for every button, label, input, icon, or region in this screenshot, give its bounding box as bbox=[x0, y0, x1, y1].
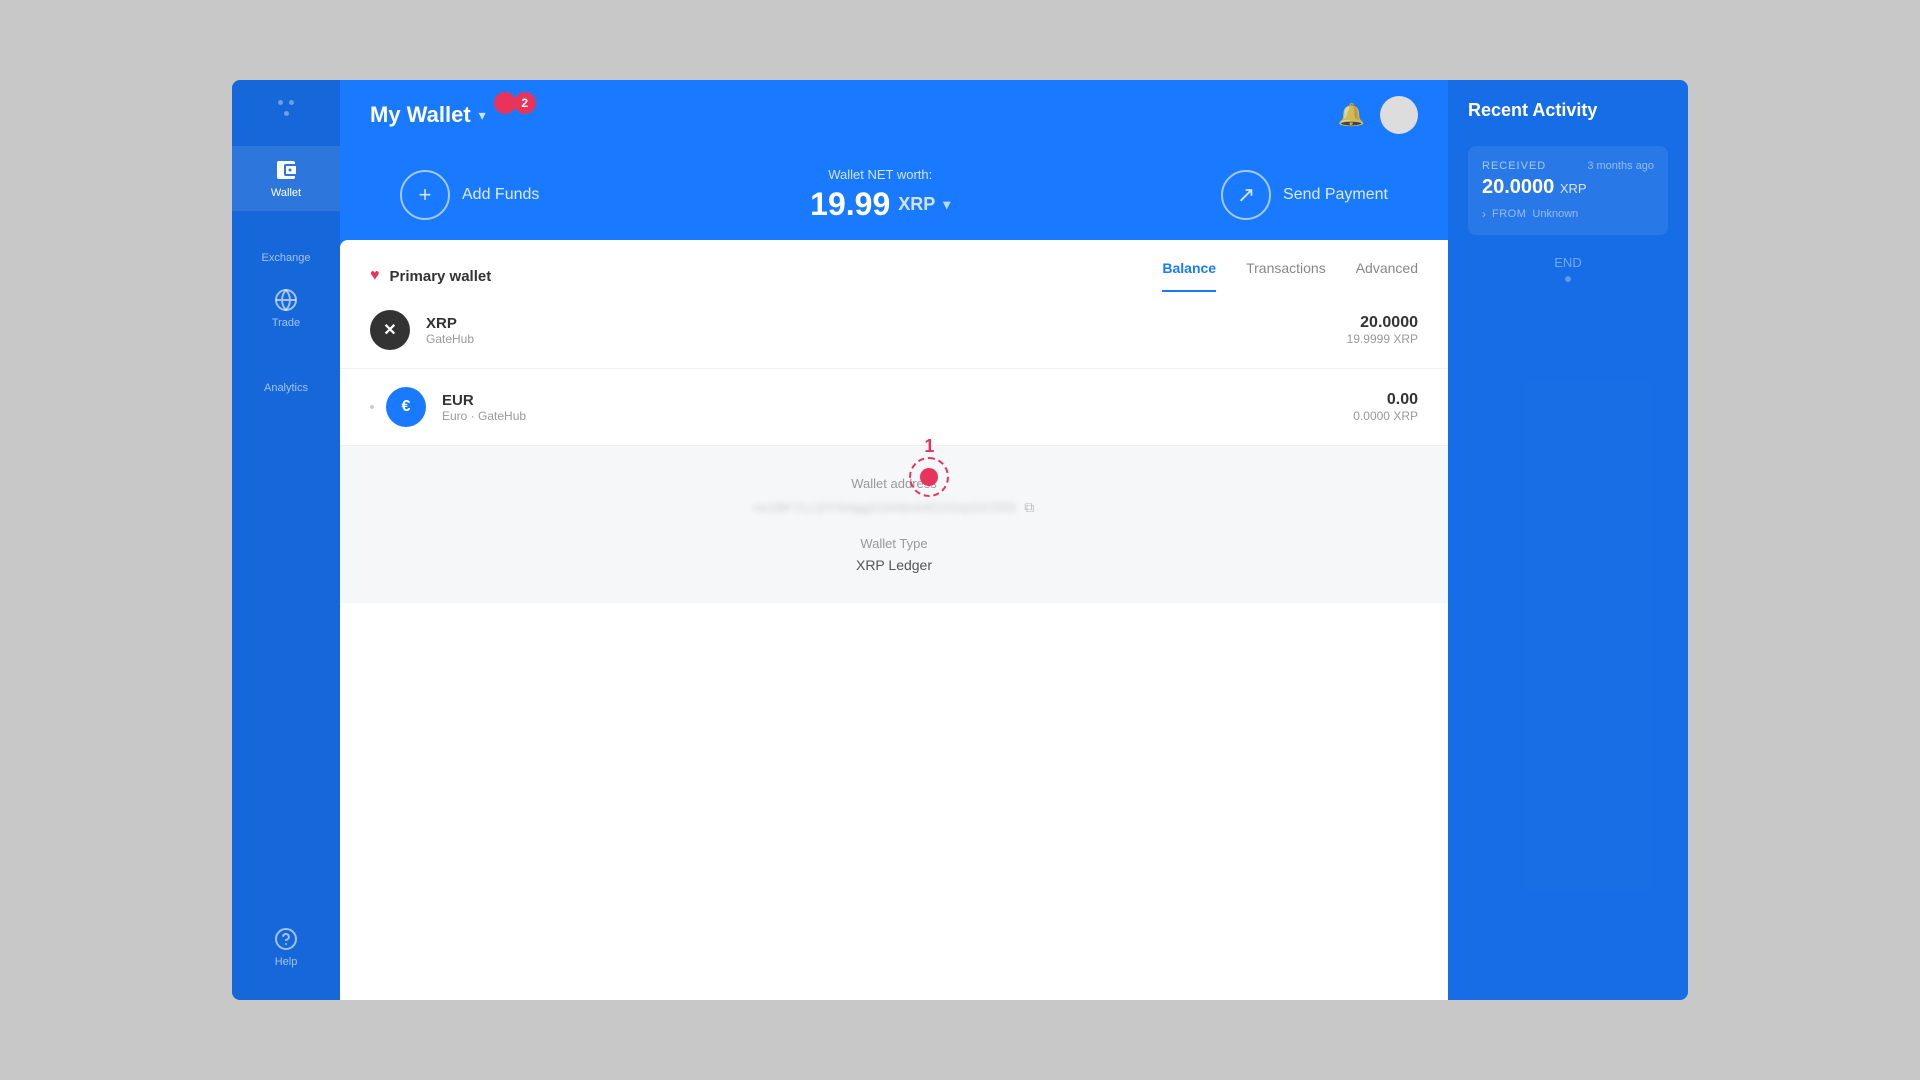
eur-balance: 0.00 0.0000 XRP bbox=[1353, 391, 1418, 423]
recent-activity-title: Recent Activity bbox=[1468, 100, 1668, 121]
add-funds-button[interactable]: + Add Funds bbox=[400, 170, 539, 220]
heart-icon: ♥ bbox=[370, 267, 380, 285]
wallet-badge: 2 bbox=[514, 92, 536, 114]
content-area: ♥ Primary wallet Balance Transactions Ad… bbox=[340, 240, 1448, 1000]
sidebar-item-analytics[interactable]: Analytics bbox=[232, 341, 340, 406]
xrp-balance: 20.0000 19.9999 XRP bbox=[1347, 314, 1418, 346]
sidebar: Wallet Exchange Trade Analytics bbox=[232, 80, 340, 1000]
sidebar-item-exchange[interactable]: Exchange bbox=[232, 211, 340, 276]
from-chevron-icon: › bbox=[1482, 207, 1486, 221]
wallet-name: Primary wallet bbox=[390, 268, 492, 285]
wallet-address-value: rw1BF7Lc1fYN4gg01bhbnk8D2GtpGC0S5 ⧉ bbox=[753, 499, 1034, 516]
activity-item[interactable]: RECEIVED 3 months ago 20.0000 XRP › FROM… bbox=[1468, 146, 1668, 235]
target-ring bbox=[909, 457, 949, 497]
wallet-tabs: Balance Transactions Advanced bbox=[1162, 260, 1418, 292]
eur-info: EUR Euro · GateHub bbox=[442, 392, 1337, 423]
sidebar-logo bbox=[278, 100, 294, 116]
copy-icon[interactable]: ⧉ bbox=[1024, 499, 1035, 516]
tab-transactions[interactable]: Transactions bbox=[1246, 260, 1326, 292]
eur-icon: € bbox=[386, 387, 426, 427]
wallet-address-section: 1 Wallet address rw1BF7Lc1fYN4gg01bhbnk8… bbox=[340, 446, 1448, 603]
target-dot bbox=[920, 468, 938, 486]
bell-icon[interactable]: 🔔 bbox=[1338, 102, 1365, 128]
activity-end: END bbox=[1468, 255, 1668, 282]
tab-advanced[interactable]: Advanced bbox=[1356, 260, 1418, 292]
title-chevron-icon: ▾ bbox=[479, 107, 486, 124]
main-content: My Wallet ▾ 2 🔔 + Add Funds Wallet NET w… bbox=[340, 80, 1448, 1000]
table-row[interactable]: ✕ XRP GateHub 20.0000 19.9999 XRP bbox=[340, 292, 1448, 369]
app-window: Wallet Exchange Trade Analytics bbox=[232, 80, 1688, 1000]
header: My Wallet ▾ 2 🔔 bbox=[340, 80, 1448, 150]
activity-end-dot bbox=[1565, 276, 1571, 282]
wallet-type-label: Wallet Type bbox=[860, 536, 927, 551]
page-title: My Wallet bbox=[370, 102, 471, 128]
sidebar-item-trade[interactable]: Trade bbox=[232, 276, 340, 341]
sidebar-item-help[interactable]: Help bbox=[232, 915, 340, 980]
xrp-info: XRP GateHub bbox=[426, 315, 1331, 346]
xrp-icon: ✕ bbox=[370, 310, 410, 350]
add-funds-icon: + bbox=[400, 170, 450, 220]
tab-balance[interactable]: Balance bbox=[1162, 260, 1216, 292]
header-title-container: My Wallet ▾ 2 bbox=[370, 102, 486, 128]
activity-amount: 20.0000 XRP bbox=[1482, 176, 1654, 199]
wallet-header: ♥ Primary wallet Balance Transactions Ad… bbox=[340, 240, 1448, 292]
wallet-type-value: XRP Ledger bbox=[856, 557, 932, 573]
sidebar-item-wallet[interactable]: Wallet bbox=[232, 146, 340, 211]
avatar[interactable] bbox=[1380, 96, 1418, 134]
send-payment-button[interactable]: ↗ Send Payment bbox=[1221, 170, 1388, 220]
action-bar: + Add Funds Wallet NET worth: 19.99 XRP … bbox=[340, 150, 1448, 240]
wallet-net-worth: Wallet NET worth: 19.99 XRP ▾ bbox=[810, 167, 950, 223]
notification-dot bbox=[494, 92, 516, 114]
target-badge-1: 1 bbox=[924, 436, 934, 457]
row-indicator bbox=[370, 405, 374, 409]
activity-type: RECEIVED bbox=[1482, 160, 1546, 172]
send-payment-icon: ↗ bbox=[1221, 170, 1271, 220]
net-worth-chevron: ▾ bbox=[943, 196, 950, 213]
activity-time: 3 months ago bbox=[1587, 160, 1654, 172]
balance-table: ✕ XRP GateHub 20.0000 19.9999 XRP bbox=[340, 292, 1448, 1000]
table-row[interactable]: € EUR Euro · GateHub 0.00 0.0000 XRP bbox=[340, 369, 1448, 446]
right-panel: Recent Activity RECEIVED 3 months ago 20… bbox=[1448, 80, 1688, 1000]
activity-from: › FROM Unknown bbox=[1482, 207, 1654, 221]
